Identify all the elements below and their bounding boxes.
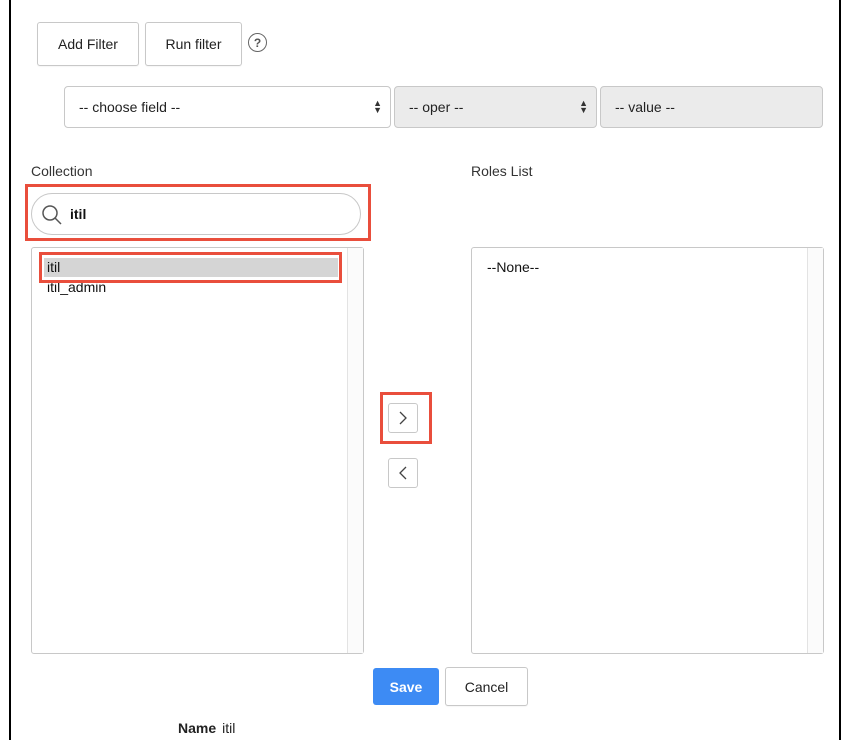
roles-item-none[interactable]: --None--	[487, 259, 539, 275]
search-icon	[42, 205, 62, 225]
select-arrows-icon: ▲ ▼	[579, 98, 588, 115]
collection-search-input[interactable]: itil	[31, 193, 361, 235]
value-input[interactable]: -- value --	[600, 86, 823, 128]
choose-field-value: -- choose field --	[79, 99, 181, 115]
remove-from-roles-button[interactable]	[388, 458, 418, 488]
help-icon[interactable]: ?	[248, 33, 267, 52]
collection-label: Collection	[31, 163, 93, 179]
value-placeholder: -- value --	[615, 99, 675, 115]
collection-listbox[interactable]: itil itil_admin	[31, 247, 364, 654]
roles-listbox[interactable]: --None--	[471, 247, 824, 654]
name-field: Name itil	[178, 720, 235, 736]
collection-scrollbar[interactable]	[347, 248, 363, 653]
choose-field-select[interactable]: -- choose field -- ▲ ▼	[64, 86, 391, 128]
save-button[interactable]: Save	[373, 668, 439, 705]
select-arrows-icon: ▲ ▼	[373, 98, 382, 115]
add-to-roles-button[interactable]	[388, 403, 418, 433]
roles-scrollbar[interactable]	[807, 248, 823, 653]
add-filter-button[interactable]: Add Filter	[37, 22, 139, 66]
collection-item-itil-admin[interactable]: itil_admin	[47, 278, 106, 297]
name-value: itil	[222, 720, 236, 736]
oper-select[interactable]: -- oper -- ▲ ▼	[394, 86, 597, 128]
oper-value: -- oper --	[409, 99, 464, 115]
collection-item-itil[interactable]: itil	[44, 258, 338, 277]
frame-border-left	[9, 0, 11, 740]
chevron-left-icon	[399, 466, 407, 480]
roles-list-label: Roles List	[471, 163, 533, 179]
run-filter-button[interactable]: Run filter	[145, 22, 242, 66]
name-label: Name	[178, 720, 217, 736]
search-value: itil	[70, 206, 87, 222]
cancel-button[interactable]: Cancel	[445, 667, 528, 706]
chevron-right-icon	[399, 411, 407, 425]
